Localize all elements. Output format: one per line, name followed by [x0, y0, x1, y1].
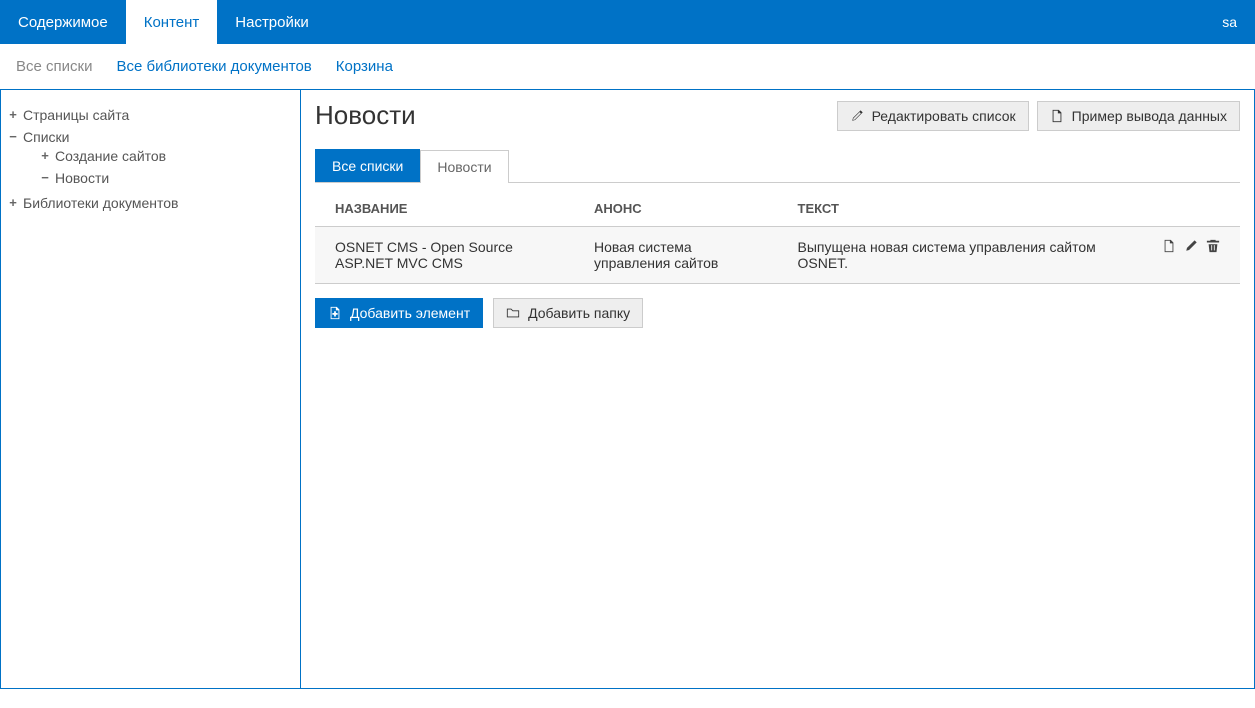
top-tab-settings[interactable]: Настройки [217, 0, 327, 44]
tree-item-lists[interactable]: − Списки + Создание сайтов − Новости [5, 126, 296, 192]
button-label: Редактировать список [872, 108, 1016, 124]
copy-icon[interactable] [1162, 239, 1176, 253]
subnav-trash[interactable]: Корзина [336, 58, 393, 75]
col-name[interactable]: НАЗВАНИЕ [315, 191, 574, 227]
tree-item-pages[interactable]: + Страницы сайта [5, 104, 296, 126]
cell-name: OSNET CMS - Open Source ASP.NET MVC CMS [315, 227, 574, 284]
page-title: Новости [315, 100, 829, 131]
table-header-row: НАЗВАНИЕ АНОНС ТЕКСТ [315, 191, 1240, 227]
topbar: Содержимое Контент Настройки sa [0, 0, 1255, 44]
col-anons[interactable]: АНОНС [574, 191, 778, 227]
button-label: Добавить папку [528, 305, 630, 321]
collapse-icon[interactable]: − [7, 129, 19, 145]
page-header: Новости Редактировать список Пример выво… [315, 100, 1240, 131]
add-folder-button[interactable]: Добавить папку [493, 298, 643, 328]
subnav: Все списки Все библиотеки документов Кор… [0, 44, 1255, 89]
file-add-icon [328, 306, 342, 320]
top-tab-content-root[interactable]: Содержимое [0, 0, 126, 44]
col-text[interactable]: ТЕКСТ [778, 191, 1143, 227]
tree-item-sitecreation[interactable]: + Создание сайтов [37, 145, 296, 167]
data-table: НАЗВАНИЕ АНОНС ТЕКСТ OSNET CMS - Open So… [315, 191, 1240, 284]
top-tab-content[interactable]: Контент [126, 0, 218, 44]
tree-label: Списки [23, 129, 69, 145]
tab-all-lists[interactable]: Все списки [315, 149, 420, 182]
subnav-all-doclibs[interactable]: Все библиотеки документов [116, 58, 311, 75]
edit-list-button[interactable]: Редактировать список [837, 101, 1029, 131]
tree-item-doclibs[interactable]: + Библиотеки документов [5, 192, 296, 214]
expand-icon[interactable]: + [39, 148, 51, 164]
tree-item-news[interactable]: − Новости [37, 167, 296, 189]
table-row[interactable]: OSNET CMS - Open Source ASP.NET MVC CMS … [315, 227, 1240, 284]
content-tabs: Все списки Новости [315, 149, 1240, 183]
add-element-button[interactable]: Добавить элемент [315, 298, 483, 328]
tree-label: Создание сайтов [55, 148, 166, 164]
folder-add-icon [506, 306, 520, 320]
collapse-icon[interactable]: − [39, 170, 51, 186]
button-label: Добавить элемент [350, 305, 470, 321]
content-area: Новости Редактировать список Пример выво… [301, 90, 1254, 688]
example-output-button[interactable]: Пример вывода данных [1037, 101, 1240, 131]
tree-label: Библиотеки документов [23, 195, 178, 211]
expand-icon[interactable]: + [7, 195, 19, 211]
sidebar: + Страницы сайта − Списки + Создание сай… [1, 90, 301, 688]
tab-news[interactable]: Новости [420, 150, 508, 183]
user-label[interactable]: sa [1204, 0, 1255, 44]
footer-actions: Добавить элемент Добавить папку [315, 298, 1240, 328]
edit-icon[interactable] [1184, 239, 1198, 253]
col-actions [1142, 191, 1240, 227]
tree-label: Новости [55, 170, 109, 186]
trash-icon[interactable] [1206, 239, 1220, 253]
cell-text: Выпущена новая система управления сайтом… [778, 227, 1143, 284]
expand-icon[interactable]: + [7, 107, 19, 123]
pencil-icon [850, 109, 864, 123]
cell-anons: Новая система управления сайтов [574, 227, 778, 284]
subnav-all-lists[interactable]: Все списки [16, 58, 92, 75]
file-icon [1050, 109, 1064, 123]
tree-label: Страницы сайта [23, 107, 129, 123]
main: + Страницы сайта − Списки + Создание сай… [0, 89, 1255, 689]
row-actions [1162, 239, 1220, 253]
button-label: Пример вывода данных [1072, 108, 1227, 124]
nav-tree: + Страницы сайта − Списки + Создание сай… [5, 104, 296, 214]
